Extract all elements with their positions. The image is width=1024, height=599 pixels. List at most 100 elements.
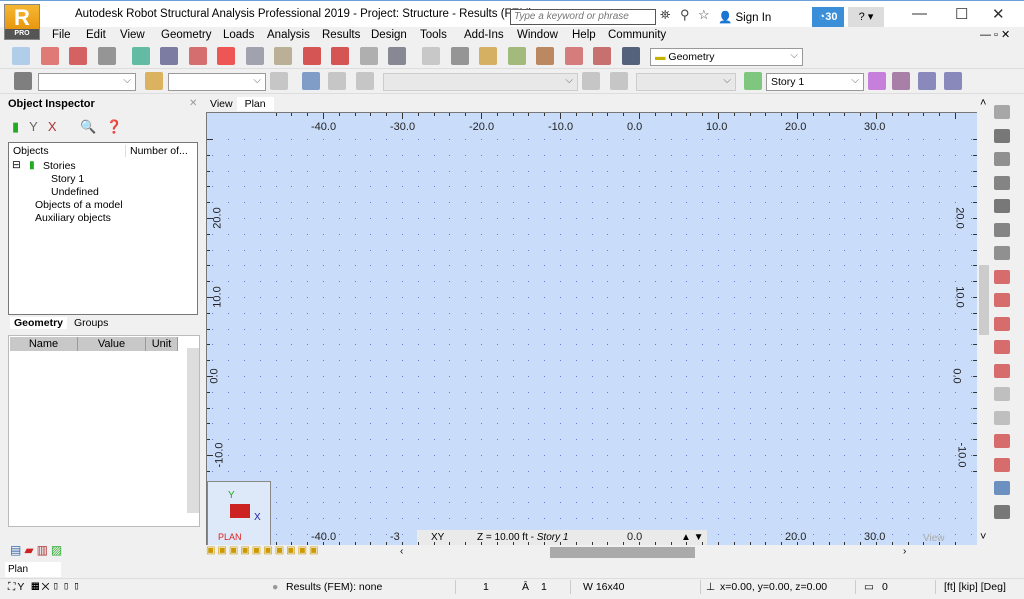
structure-tool-icon[interactable] <box>994 246 1010 260</box>
structure-tool-icon[interactable] <box>994 457 1010 472</box>
app-logo[interactable]: R PRO <box>4 4 40 40</box>
toolbar-icon[interactable] <box>97 47 116 65</box>
toolbar-icon[interactable] <box>593 47 611 65</box>
tree-item-undefined[interactable]: Undefined <box>51 186 99 198</box>
toolbar-icon[interactable] <box>507 47 526 65</box>
expand-icon[interactable]: ⊟ <box>12 159 21 171</box>
maximize-button[interactable]: ☐ <box>955 5 968 23</box>
status-tools-icon[interactable]: ⛶Y ▦✕▯▯▯ <box>8 581 83 594</box>
tab-groups[interactable]: Groups <box>70 317 112 329</box>
structure-tool-icon[interactable] <box>994 128 1010 143</box>
search-icon[interactable]: 🔍 <box>80 119 106 134</box>
menu-results[interactable]: Results <box>322 29 360 41</box>
plan-canvas[interactable]: Y X PLAN XY Z = 10.00 ft - Story 1 ▲ ▼ V… <box>206 112 977 545</box>
satellite-icon[interactable]: ⚲ <box>680 7 690 23</box>
toolbar-icon[interactable] <box>302 72 320 90</box>
layout-combo[interactable]: ▬ Geometry <box>650 48 803 66</box>
toolbar-icon[interactable] <box>14 72 32 90</box>
filter-icon[interactable]: Y <box>29 119 48 134</box>
level-up-down-buttons[interactable]: ▲ ▼ <box>681 530 704 545</box>
toolbar-icon[interactable] <box>328 72 346 90</box>
tree-item-stories[interactable]: Stories <box>43 160 76 172</box>
column-header-number[interactable]: Number of... <box>125 145 188 157</box>
toolbar-icon[interactable] <box>188 47 207 65</box>
column-header-unit[interactable]: Unit <box>146 337 178 351</box>
toolbar-icon[interactable] <box>131 47 150 65</box>
menu-loads[interactable]: Loads <box>223 29 254 41</box>
structure-tool-icon[interactable] <box>994 316 1010 331</box>
structure-tool-icon[interactable] <box>994 175 1010 190</box>
column-header-name[interactable]: Name <box>10 337 78 351</box>
properties-scrollbar[interactable] <box>187 348 199 513</box>
structure-tool-icon[interactable] <box>994 434 1010 448</box>
menu-analysis[interactable]: Analysis <box>267 29 310 41</box>
structure-tool-icon[interactable] <box>994 504 1010 519</box>
structure-tool-icon[interactable] <box>994 363 1010 378</box>
plan-view-tab[interactable]: Plan <box>5 562 61 577</box>
toolbar-icon[interactable] <box>359 47 378 65</box>
tab-view[interactable]: View <box>206 97 237 111</box>
toolbar-icon[interactable] <box>479 47 497 65</box>
tool-icon[interactable]: ▰ <box>24 543 36 557</box>
menu-design[interactable]: Design <box>371 29 407 41</box>
toolbar-icon[interactable] <box>868 72 886 90</box>
clear-filter-icon[interactable]: X <box>48 119 67 134</box>
toolbar-icon[interactable] <box>388 47 406 65</box>
toolbar-icon[interactable] <box>331 47 349 65</box>
tool-icon[interactable]: ▤ <box>10 543 24 557</box>
toolbar-icon[interactable] <box>40 47 59 65</box>
menu-edit[interactable]: Edit <box>86 29 106 41</box>
bar-selection-combo[interactable] <box>168 73 266 91</box>
panel-close-icon[interactable]: ✕ <box>189 98 197 109</box>
structure-tool-icon[interactable] <box>994 222 1010 237</box>
sign-in-button[interactable]: 👤 Sign In <box>718 10 771 24</box>
structure-tool-icon[interactable] <box>994 152 1010 166</box>
toolbar-icon[interactable] <box>944 72 962 90</box>
scrollbar-thumb[interactable] <box>550 547 695 558</box>
star-icon[interactable]: ☆ <box>698 7 710 23</box>
toolbar-icon[interactable] <box>356 72 374 90</box>
toolbar-icon[interactable] <box>536 47 554 65</box>
story-combo[interactable]: Story 1 <box>766 73 864 91</box>
menu-window[interactable]: Window <box>517 29 558 41</box>
toolbar-icon[interactable] <box>270 72 288 90</box>
menu-tools[interactable]: Tools <box>420 29 447 41</box>
menu-community[interactable]: Community <box>608 29 666 41</box>
units-display[interactable]: [ft] [kip] [Deg] <box>944 581 1006 593</box>
menu-file[interactable]: File <box>52 29 71 41</box>
mdi-window-controls[interactable]: — ▫ ✕ <box>980 28 1010 41</box>
toolbar-icon[interactable] <box>564 47 583 65</box>
column-header-objects[interactable]: Objects <box>13 145 49 157</box>
tree-item-objects-of-model[interactable]: Objects of a model <box>35 199 123 211</box>
horizontal-scrollbar[interactable]: ‹ › <box>400 546 910 559</box>
toolbar-icon[interactable] <box>744 72 762 90</box>
toolbar-icon[interactable] <box>621 47 640 65</box>
toolbar-icon[interactable] <box>892 72 910 90</box>
close-button[interactable]: ✕ <box>992 5 1005 23</box>
structure-tool-icon[interactable] <box>994 410 1010 425</box>
tree-item-story-1[interactable]: Story 1 <box>51 173 84 185</box>
menu-addins[interactable]: Add-Ins <box>464 29 504 41</box>
toolbar-icon[interactable] <box>918 72 936 90</box>
toolbar-icon[interactable] <box>610 72 628 90</box>
help-icon[interactable]: ❓ <box>106 119 132 134</box>
tab-plan[interactable]: Plan <box>236 97 274 111</box>
toolbar-icon[interactable] <box>582 72 600 90</box>
toolbar-icon[interactable] <box>245 47 264 65</box>
node-selection-combo[interactable] <box>38 73 136 91</box>
toolbar-icon[interactable] <box>69 47 87 65</box>
structure-tool-icon[interactable] <box>994 293 1010 307</box>
structure-tool-icon[interactable] <box>994 105 1010 119</box>
stories-icon[interactable]: ▮ <box>12 119 29 134</box>
search-input[interactable]: Type a keyword or phrase <box>510 9 656 25</box>
toolbar-icon[interactable] <box>422 47 440 65</box>
structure-tool-icon[interactable] <box>994 387 1010 401</box>
toolbar-icon[interactable] <box>217 47 235 65</box>
menu-view[interactable]: View <box>120 29 145 41</box>
help-button[interactable]: ? ▾ <box>848 7 884 27</box>
menu-geometry[interactable]: Geometry <box>161 29 212 41</box>
toolbar-icon[interactable] <box>274 47 292 65</box>
tree-item-auxiliary-objects[interactable]: Auxiliary objects <box>35 212 111 224</box>
toolbar-icon[interactable] <box>302 47 321 65</box>
toolbar-icon[interactable] <box>160 47 178 65</box>
